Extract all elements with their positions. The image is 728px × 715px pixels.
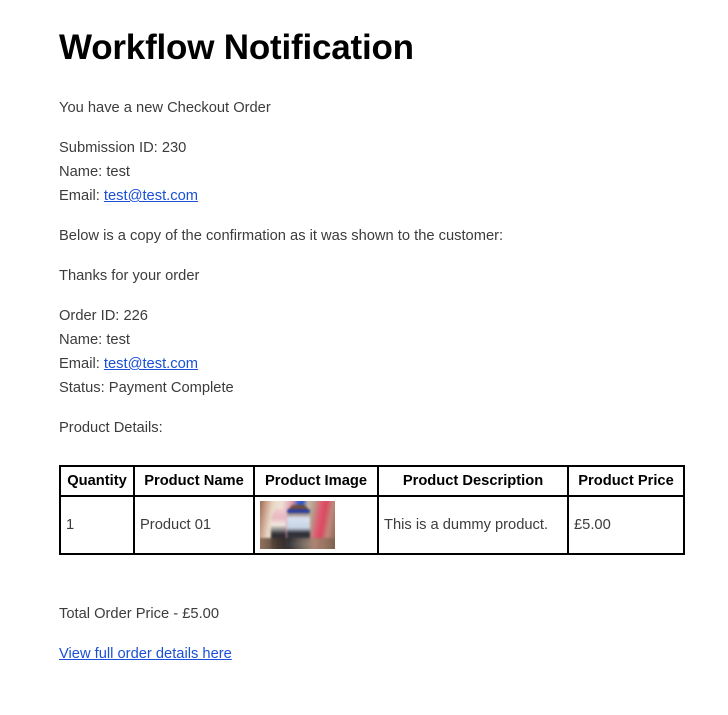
order-name-line: Name: test (59, 332, 131, 348)
footer-link-line: View full order details here (59, 642, 728, 666)
cell-quantity: 1 (60, 496, 134, 554)
column-header-quantity: Quantity (60, 466, 134, 496)
thanks-text: Thanks for your order (59, 268, 200, 284)
photo-blur-overlay (260, 501, 335, 549)
submission-details: Submission ID: 230 Name: test Email: tes… (59, 136, 728, 208)
email-body: Workflow Notification You have a new Che… (0, 0, 728, 666)
column-header-product-price: Product Price (568, 466, 684, 496)
order-email-line: Email: test@test.com (59, 352, 728, 376)
product-photo-image (260, 501, 335, 549)
product-table-wrapper: Quantity Product Name Product Image Prod… (59, 465, 728, 555)
cell-product-description: This is a dummy product. (378, 496, 568, 554)
product-table: Quantity Product Name Product Image Prod… (59, 465, 685, 555)
cell-product-price: £5.00 (568, 496, 684, 554)
column-header-product-name: Product Name (134, 466, 254, 496)
submission-email-line: Email: test@test.com (59, 184, 728, 208)
table-row: 1 Product 01 This is a dummy product. £5… (60, 496, 684, 554)
order-id-line: Order ID: 226 (59, 308, 148, 324)
total-order-price: Total Order Price - £5.00 (59, 606, 219, 622)
submission-email-label: Email: (59, 188, 104, 204)
view-full-order-details-link[interactable]: View full order details here (59, 646, 232, 662)
copy-notice-text: Below is a copy of the confirmation as i… (59, 228, 504, 244)
intro-text: You have a new Checkout Order (59, 100, 271, 116)
table-header-row: Quantity Product Name Product Image Prod… (60, 466, 684, 496)
cell-product-name: Product 01 (134, 496, 254, 554)
cell-product-image (254, 496, 378, 554)
column-header-product-image: Product Image (254, 466, 378, 496)
submission-name-line: Name: test (59, 164, 131, 180)
product-table-body: 1 Product 01 This is a dummy product. £5… (60, 496, 684, 554)
page-title: Workflow Notification (59, 28, 414, 67)
order-email-link[interactable]: test@test.com (104, 356, 198, 372)
order-status-line: Status: Payment Complete (59, 380, 234, 396)
product-table-head: Quantity Product Name Product Image Prod… (60, 466, 684, 496)
product-details-label: Product Details: (59, 420, 163, 436)
submission-email-link[interactable]: test@test.com (104, 188, 198, 204)
order-email-label: Email: (59, 356, 104, 372)
column-header-product-description: Product Description (378, 466, 568, 496)
submission-id-line: Submission ID: 230 (59, 140, 187, 156)
order-details: Order ID: 226 Name: test Email: test@tes… (59, 304, 728, 400)
